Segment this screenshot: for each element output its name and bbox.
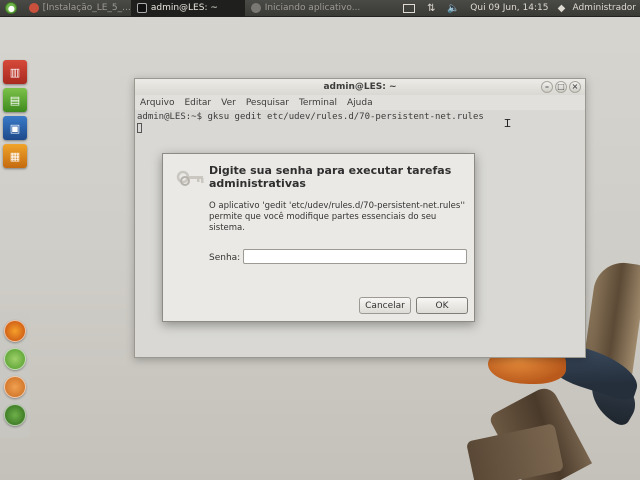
top-panel: ● [Instalação_LE_5_... admin@LES: ~ Inic… — [0, 0, 640, 17]
menu-pesquisar[interactable]: Pesquisar — [246, 98, 289, 108]
ok-button[interactable]: OK — [416, 297, 468, 314]
menu-ajuda[interactable]: Ajuda — [347, 98, 373, 108]
clock[interactable]: Qui 09 Jun, 14:15 — [464, 3, 554, 13]
document-viewer-icon — [28, 3, 39, 13]
taskbar-item-terminal[interactable]: admin@LES: ~ — [130, 0, 245, 17]
menu-arquivo[interactable]: Arquivo — [140, 98, 174, 108]
network-icon[interactable]: ⇅ — [425, 2, 437, 14]
chat-app-icon[interactable]: ▣ — [3, 116, 27, 140]
terminal-command-line: admin@LES:~$ gksu gedit etc/udev/rules.d… — [137, 112, 484, 122]
password-dialog: Digite sua senha para executar tarefas a… — [162, 153, 475, 322]
mouse-text-cursor-icon: Ｉ — [502, 117, 513, 130]
user-icon: ◆ — [557, 2, 566, 14]
launcher-top: ▥ ▤ ▣ ▦ — [0, 56, 30, 176]
wallpaper-branch-lower — [465, 423, 565, 480]
window-controls: – □ × — [541, 81, 581, 93]
taskbar-item-label: Iniciando aplicativo... — [264, 3, 361, 13]
documents-icon[interactable] — [4, 348, 26, 370]
keys-icon — [176, 170, 204, 186]
minimize-button[interactable]: – — [541, 81, 553, 93]
office-app-icon[interactable]: ▤ — [3, 88, 27, 112]
mail-icon[interactable] — [403, 3, 416, 13]
menu-ver[interactable]: Ver — [221, 98, 236, 108]
firefox-icon[interactable] — [4, 320, 26, 342]
system-tray: ⇅ 🔈 Qui 09 Jun, 14:15 ◆ Administrador — [398, 0, 640, 17]
media-app-icon[interactable]: ▦ — [3, 144, 27, 168]
file-manager-icon[interactable] — [4, 376, 26, 398]
terminal-title: admin@LES: ~ — [323, 82, 397, 92]
dialog-message: O aplicativo 'gedit 'etc/udev/rules.d/70… — [209, 201, 465, 233]
taskbar-item-label: [Instalação_LE_5_... — [42, 3, 131, 13]
user-menu[interactable]: Administrador — [568, 3, 640, 13]
launcher-bottom — [0, 312, 30, 438]
distro-logo-icon: ● — [5, 2, 18, 14]
close-button[interactable]: × — [569, 81, 581, 93]
applications-menu-button[interactable]: ● — [0, 0, 23, 17]
volume-icon[interactable]: 🔈 — [447, 2, 459, 14]
taskbar-item-label: admin@LES: ~ — [150, 3, 218, 13]
terminal-cursor — [137, 123, 142, 133]
taskbar-item-installation[interactable]: [Instalação_LE_5_... — [23, 0, 131, 17]
dialog-title: Digite sua senha para executar tarefas a… — [209, 164, 452, 190]
password-label: Senha: — [209, 253, 241, 263]
terminal-icon — [136, 3, 147, 13]
terminal-menubar: Arquivo Editar Ver Pesquisar Terminal Aj… — [135, 95, 585, 110]
menu-editar[interactable]: Editar — [184, 98, 211, 108]
monitor-icon[interactable] — [4, 404, 26, 426]
password-input[interactable] — [243, 249, 467, 264]
maximize-button[interactable]: □ — [555, 81, 567, 93]
terminal-titlebar[interactable]: admin@LES: ~ – □ × — [135, 79, 585, 95]
cancel-button[interactable]: Cancelar — [359, 297, 411, 314]
hourglass-icon — [250, 3, 261, 13]
menu-terminal[interactable]: Terminal — [299, 98, 337, 108]
taskbar-item-launching[interactable]: Iniciando aplicativo... — [245, 0, 397, 17]
bookshelf-app-icon[interactable]: ▥ — [3, 60, 27, 84]
